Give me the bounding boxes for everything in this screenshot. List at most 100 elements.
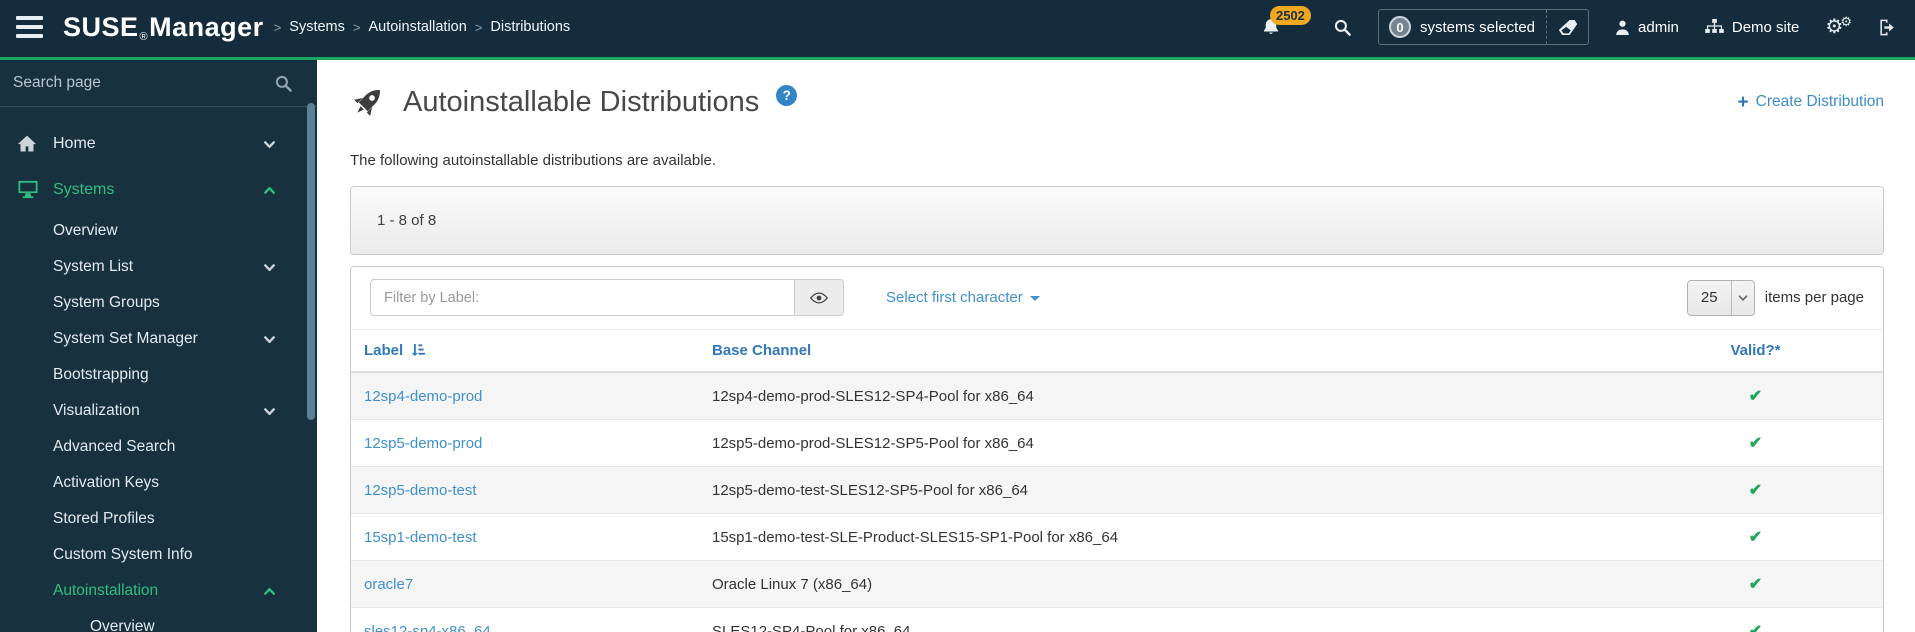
breadcrumb-autoinstallation[interactable]: Autoinstallation: [368, 19, 466, 35]
filter-group: [370, 279, 844, 316]
clear-selection-eraser-icon[interactable]: [1558, 19, 1578, 36]
sort-amount-icon: [410, 343, 426, 358]
help-icon[interactable]: ?: [776, 84, 798, 106]
distribution-label-link[interactable]: sles12-sp4-x86_64: [364, 623, 491, 632]
rocket-icon: [350, 84, 386, 120]
app-window: SUSE®Manager > Systems > Autoinstallatio…: [0, 0, 1915, 632]
filter-by-label-input[interactable]: [370, 279, 794, 316]
breadcrumb-systems[interactable]: Systems: [289, 19, 345, 35]
main-content: Autoinstallable Distributions ? + Create…: [317, 60, 1915, 632]
pagination-panel: 1 - 8 of 8: [350, 186, 1884, 255]
sidebar-item-systems[interactable]: Systems: [0, 167, 317, 213]
menu-icon[interactable]: [16, 16, 43, 38]
registered-mark: ®: [139, 30, 149, 43]
create-distribution-button[interactable]: + Create Distribution: [1737, 91, 1884, 113]
table-row: 12sp5-demo-test 12sp5-demo-test-SLES12-SP…: [351, 466, 1883, 514]
valid-check-icon: ✔: [1748, 529, 1763, 546]
sidebar-item-stored-profiles[interactable]: Stored Profiles: [0, 501, 317, 537]
base-channel-cell: Oracle Linux 7 (x86_64): [699, 560, 1628, 608]
chevron-down-icon: [262, 404, 277, 419]
desktop-icon: [17, 180, 41, 200]
sidebar-item-label: Custom System Info: [53, 546, 193, 563]
table-row: 12sp5-demo-prod 12sp5-demo-prod-SLES12-SP…: [351, 419, 1883, 467]
items-per-page-value: 25: [1700, 289, 1718, 306]
sidebar-item-overview[interactable]: Overview: [0, 609, 317, 632]
selected-count-badge: 0: [1388, 16, 1411, 38]
chevron-up-icon: [262, 183, 277, 198]
table-row: oracle7 Oracle Linux 7 (x86_64) ✔: [351, 560, 1883, 608]
sidebar-item-overview[interactable]: Overview: [0, 213, 317, 249]
column-header-valid: Valid?*: [1628, 330, 1883, 373]
sidebar-item-label: System Groups: [53, 294, 160, 311]
sidebar-item-autoinstallation[interactable]: Autoinstallation: [0, 573, 317, 609]
sidebar-item-activation-keys[interactable]: Activation Keys: [0, 465, 317, 501]
user-menu[interactable]: admin: [1615, 19, 1679, 36]
sidebar-item-visualization[interactable]: Visualization: [0, 393, 317, 429]
distribution-label-link[interactable]: 12sp4-demo-prod: [364, 388, 482, 405]
filter-eye-button[interactable]: [794, 279, 844, 316]
sidebar-item-system-groups[interactable]: System Groups: [0, 285, 317, 321]
plus-icon: +: [1737, 91, 1749, 113]
chevron-down-icon: [262, 137, 277, 152]
brand-suse: SUSE: [63, 11, 139, 42]
breadcrumb-separator: >: [273, 19, 282, 35]
filter-bar: Select first character 25 items per page: [351, 267, 1883, 330]
gear-icon: ⚙: [1840, 14, 1852, 29]
table-row: 12sp4-demo-prod 12sp4-demo-prod-SLES12-SP…: [351, 372, 1883, 420]
organization-menu[interactable]: Demo site: [1705, 18, 1800, 36]
notification-count-badge: 2502: [1269, 5, 1311, 25]
distribution-label-link[interactable]: 15sp1-demo-test: [364, 529, 477, 546]
header-actions: 2502 0 systems selected admin Demo site …: [1261, 5, 1897, 45]
base-channel-cell: SLES12-SP4-Pool for x86_64: [699, 607, 1628, 632]
items-per-page-select[interactable]: 25: [1686, 279, 1755, 316]
page-description: The following autoinstallable distributi…: [350, 152, 717, 169]
sidebar-search: [0, 60, 317, 107]
valid-check-icon: ✔: [1748, 388, 1763, 405]
distribution-label-link[interactable]: 12sp5-demo-test: [364, 482, 477, 499]
search-input[interactable]: [11, 73, 271, 93]
distribution-label-link[interactable]: oracle7: [364, 576, 413, 593]
sidebar-item-label: System List: [53, 258, 134, 275]
system-set-manager-box[interactable]: 0 systems selected: [1377, 9, 1590, 45]
valid-check-icon: ✔: [1748, 435, 1763, 452]
breadcrumb: > Systems > Autoinstallation > Distribut…: [274, 19, 571, 35]
settings-gears-icon[interactable]: ⚙ ⚙: [1825, 14, 1852, 37]
sidebar-item-home[interactable]: Home: [0, 121, 317, 167]
search-icon[interactable]: [1333, 18, 1352, 37]
sidebar-item-custom-system-info[interactable]: Custom System Info: [0, 537, 317, 573]
valid-check-icon: ✔: [1748, 576, 1763, 593]
sidebar: Home Systems Overview System List System Gro…: [0, 60, 317, 632]
sidebar-item-label: Advanced Search: [53, 438, 176, 455]
search-icon[interactable]: [274, 74, 293, 97]
distribution-label-link[interactable]: 12sp5-demo-prod: [364, 435, 482, 452]
base-channel-cell: 15sp1-demo-test-SLE-Product-SLES15-SP1-P…: [699, 513, 1628, 561]
sidebar-item-label: Stored Profiles: [53, 510, 155, 527]
breadcrumb-separator: >: [352, 19, 361, 35]
sidebar-item-advanced-search[interactable]: Advanced Search: [0, 429, 317, 465]
suse-manager-logo[interactable]: SUSE®Manager: [63, 12, 264, 43]
list-panel: Select first character 25 items per page: [350, 266, 1884, 632]
sort-by-label-button[interactable]: Label: [364, 342, 426, 359]
sidebar-nav: Home Systems Overview System List System Gro…: [0, 107, 317, 632]
logout-icon[interactable]: [1878, 18, 1897, 37]
sidebar-item-label: Bootstrapping: [53, 366, 149, 383]
items-per-page-control: 25 items per page: [1686, 279, 1864, 316]
chevron-up-icon: [262, 584, 277, 599]
sidebar-scrollbar-thumb[interactable]: [307, 103, 315, 420]
chevron-down-icon: [262, 332, 277, 347]
sidebar-item-label: Autoinstallation: [53, 582, 159, 599]
sidebar-item-label: Activation Keys: [53, 474, 159, 491]
chevron-down-icon: [1730, 280, 1754, 315]
table-row: 15sp1-demo-test 15sp1-demo-test-SLE-Produ…: [351, 513, 1883, 561]
notifications-button[interactable]: 2502: [1261, 5, 1311, 38]
breadcrumb-distributions[interactable]: Distributions: [490, 19, 570, 35]
valid-check-icon: ✔: [1748, 482, 1763, 499]
select-first-character-dropdown[interactable]: Select first character: [886, 289, 1040, 306]
sidebar-item-system-set-manager[interactable]: System Set Manager: [0, 321, 317, 357]
sidebar-item-label: Overview: [90, 618, 155, 632]
sidebar-item-system-list[interactable]: System List: [0, 249, 317, 285]
sidebar-item-label: Home: [53, 135, 96, 152]
organization-name: Demo site: [1731, 18, 1800, 36]
distributions-table: Label Base Channel Valid?* 12sp4-demo-pr…: [351, 330, 1883, 632]
sidebar-item-bootstrapping[interactable]: Bootstrapping: [0, 357, 317, 393]
